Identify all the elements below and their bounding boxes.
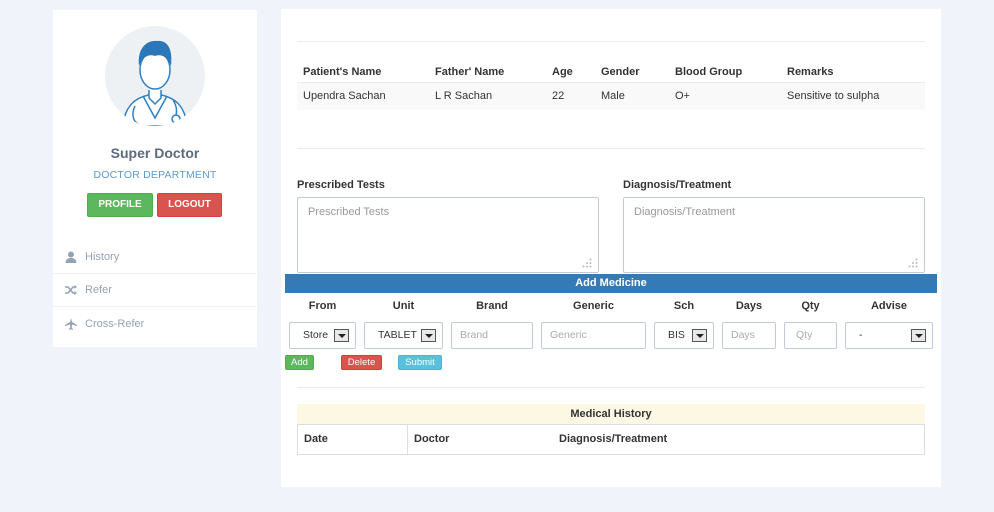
column-header: Generic bbox=[573, 300, 614, 312]
main-panel: Patient's Name Father' Name Age Gender B… bbox=[281, 9, 941, 487]
doctor-avatar bbox=[105, 26, 205, 126]
column-header: Qty bbox=[801, 300, 820, 312]
doctor-avatar-icon bbox=[122, 40, 188, 126]
column-header: Sch bbox=[673, 300, 695, 312]
profile-sidebar: Super Doctor DOCTOR DEPARTMENT PROFILE L… bbox=[53, 10, 257, 347]
sidebar-item-cross-refer[interactable]: Cross-Refer bbox=[53, 307, 257, 340]
dropdown-arrow-icon bbox=[334, 329, 349, 342]
add-button[interactable]: Add bbox=[285, 355, 314, 370]
unit-selected-value: TABLET bbox=[378, 329, 417, 341]
sch-select[interactable]: BIS bbox=[654, 322, 714, 349]
divider bbox=[297, 41, 925, 42]
sidebar-item-label: History bbox=[85, 251, 120, 263]
plane-icon bbox=[65, 317, 77, 330]
from-selected-value: Store bbox=[303, 329, 329, 341]
column-header: Gender bbox=[601, 65, 640, 78]
blood-group: O+ bbox=[669, 81, 781, 110]
add-medicine-header: Add Medicine bbox=[285, 274, 937, 293]
sidebar-item-history[interactable]: History bbox=[53, 241, 257, 274]
column-header: Remarks bbox=[787, 65, 834, 78]
column-header: Doctor bbox=[414, 433, 450, 445]
column-header: Age bbox=[552, 65, 573, 78]
dropdown-arrow-icon bbox=[911, 329, 926, 342]
column-header: Father' Name bbox=[435, 65, 505, 78]
dropdown-arrow-icon bbox=[692, 329, 707, 342]
sidebar-item-refer[interactable]: Refer bbox=[53, 274, 257, 307]
divider bbox=[297, 387, 925, 388]
patient-gender: Male bbox=[595, 81, 669, 110]
submit-button[interactable]: Submit bbox=[398, 355, 442, 370]
diagnosis-placeholder: Diagnosis/Treatment bbox=[634, 206, 736, 218]
dropdown-arrow-icon bbox=[421, 329, 436, 342]
qty-input[interactable]: Qty bbox=[784, 322, 837, 349]
column-header: From bbox=[308, 300, 337, 312]
column-header: Diagnosis/Treatment bbox=[559, 433, 668, 445]
qty-placeholder: Qty bbox=[796, 329, 813, 341]
sidebar-item-label: Refer bbox=[85, 284, 112, 296]
column-header: Brand bbox=[476, 300, 508, 312]
resize-grip-icon[interactable] bbox=[582, 258, 592, 268]
divider bbox=[297, 148, 925, 149]
profile-department: DOCTOR DEPARTMENT bbox=[93, 169, 217, 181]
brand-placeholder: Brand bbox=[460, 329, 489, 341]
profile-button[interactable]: PROFILE bbox=[87, 193, 153, 217]
prescribed-tests-placeholder: Prescribed Tests bbox=[308, 206, 390, 218]
advise-selected-value: - bbox=[859, 329, 863, 341]
user-icon bbox=[65, 251, 77, 263]
patient-table: Patient's Name Father' Name Age Gender B… bbox=[297, 62, 925, 110]
days-input[interactable]: Days bbox=[722, 322, 776, 349]
patient-age: 22 bbox=[546, 81, 595, 110]
column-header: Patient's Name bbox=[303, 65, 382, 78]
patient-table-header: Patient's Name Father' Name Age Gender B… bbox=[297, 62, 925, 82]
unit-select[interactable]: TABLET bbox=[364, 322, 443, 349]
sidebar-item-label: Cross-Refer bbox=[85, 317, 145, 330]
side-nav: History Refer Cross-Refer bbox=[53, 241, 257, 340]
diagnosis-label: Diagnosis/Treatment bbox=[623, 179, 732, 191]
brand-input[interactable]: Brand bbox=[451, 322, 533, 349]
prescribed-tests-label: Prescribed Tests bbox=[297, 179, 385, 191]
father-name: L R Sachan bbox=[429, 81, 546, 110]
prescribed-tests-textarea[interactable]: Prescribed Tests bbox=[297, 197, 599, 273]
patient-name: Upendra Sachan bbox=[297, 81, 429, 110]
profile-name: Super Doctor bbox=[110, 145, 200, 161]
table-row: Upendra Sachan L R Sachan 22 Male O+ Sen… bbox=[297, 81, 925, 110]
resize-grip-icon[interactable] bbox=[908, 258, 918, 268]
column-header: Days bbox=[735, 300, 763, 312]
medical-history-table: Date Doctor Diagnosis/Treatment bbox=[297, 424, 925, 455]
from-select[interactable]: Store bbox=[289, 322, 356, 349]
column-header: Date bbox=[298, 425, 408, 454]
diagnosis-textarea[interactable]: Diagnosis/Treatment bbox=[623, 197, 925, 273]
logout-button[interactable]: LOGOUT bbox=[157, 193, 222, 217]
advise-select[interactable]: - bbox=[845, 322, 933, 349]
patient-remarks: Sensitive to sulpha bbox=[781, 81, 925, 110]
delete-button[interactable]: Delete bbox=[341, 355, 382, 370]
medical-history-title: Medical History bbox=[297, 404, 925, 424]
days-placeholder: Days bbox=[731, 329, 755, 341]
column-header: Advise bbox=[870, 300, 908, 312]
generic-placeholder: Generic bbox=[550, 329, 587, 341]
sch-selected-value: BIS bbox=[668, 329, 685, 341]
column-header: Unit bbox=[392, 300, 415, 312]
shuffle-icon bbox=[65, 285, 77, 295]
generic-input[interactable]: Generic bbox=[541, 322, 646, 349]
column-header: Blood Group bbox=[675, 65, 743, 78]
